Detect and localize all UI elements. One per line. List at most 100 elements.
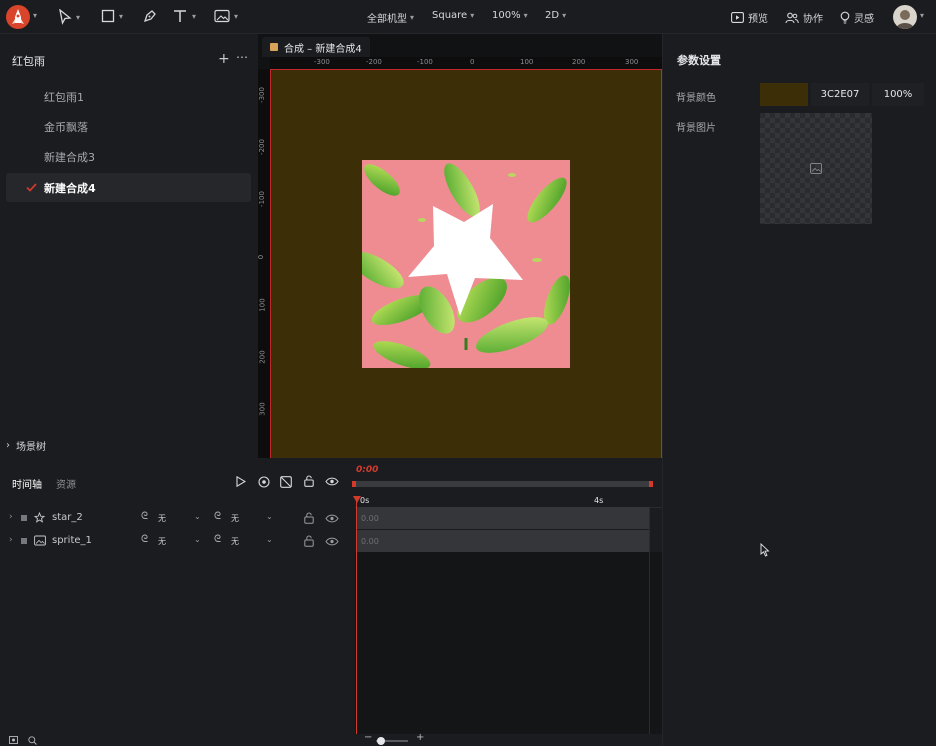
chevron-down-icon: ▾ (523, 11, 528, 20)
zoom-slider-handle[interactable] (377, 737, 385, 745)
app-logo[interactable] (6, 5, 30, 29)
mode-select[interactable]: 2D ▾ (545, 10, 566, 21)
inspiration-button[interactable]: 灵感 (840, 10, 874, 25)
composition-item[interactable]: 新建合成3 (6, 142, 251, 171)
select-tool-button[interactable]: ▾ (58, 9, 80, 25)
user-avatar[interactable] (893, 5, 917, 29)
mask-button[interactable] (280, 476, 292, 488)
chevron-down-icon[interactable]: ⌄ (194, 535, 201, 544)
chevron-down-icon[interactable]: ⌄ (266, 512, 273, 521)
time-tick-mid: 4s (594, 496, 604, 505)
composition-item[interactable]: 红包雨1 (6, 82, 251, 111)
mask-spiral-icon[interactable]: ᘓ (214, 511, 221, 522)
tab-assets[interactable]: 资源 (56, 476, 76, 491)
play-icon (236, 476, 246, 487)
composition-label: 新建合成4 (44, 181, 96, 195)
bg-color-hex-input[interactable]: 3C2E07 (811, 83, 869, 106)
text-t-icon (174, 10, 186, 22)
ruler-tick-label: -100 (257, 191, 266, 207)
zoom-out-icon[interactable]: − (364, 732, 372, 743)
chevron-right-icon[interactable]: › (9, 512, 13, 522)
inspiration-label: 灵感 (854, 14, 874, 25)
ruler-tick-label: 0 (470, 58, 475, 66)
composition-tab[interactable]: 合成 – 新建合成4 (262, 37, 370, 57)
layer-row[interactable]: › star_2 ᘓ 无 ⌄ ᘓ 无 ⌄ (0, 507, 356, 529)
preview-button[interactable]: 预览 (731, 10, 768, 25)
lock-icon[interactable] (304, 535, 314, 547)
bg-color-opacity-input[interactable]: 100% (872, 83, 924, 106)
shape-label: Square (432, 10, 468, 21)
ruler-tick-label: 100 (258, 298, 267, 312)
layer-name: star_2 (52, 512, 83, 523)
collaborate-label: 协作 (803, 14, 823, 25)
bg-color-swatch[interactable] (760, 83, 808, 106)
more-options-icon[interactable]: ⋯ (236, 50, 248, 64)
scene-tree-toggle[interactable]: › 场景树 (6, 438, 46, 453)
chevron-down-icon: ▾ (562, 11, 567, 20)
range-end-handle[interactable] (649, 481, 653, 487)
visibility-all-button[interactable] (325, 477, 339, 486)
scene-tree-label: 场景树 (16, 442, 46, 453)
play-button[interactable] (236, 476, 246, 487)
playhead-handle[interactable] (353, 496, 361, 503)
timeline-track-area[interactable] (355, 552, 662, 734)
composition-item-active[interactable]: 新建合成4 (6, 173, 251, 202)
layer-name: sprite_1 (52, 535, 92, 546)
chevron-down-icon: ▾ (234, 11, 239, 21)
vertical-ruler: -300 -200 -100 0 100 200 300 (257, 69, 270, 458)
bg-image-upload[interactable] (760, 113, 872, 224)
composition-item[interactable]: 金币飘落 (6, 112, 251, 141)
time-tick-start: 0s (360, 496, 370, 505)
playback-range-bar[interactable] (352, 481, 653, 487)
chevron-right-icon[interactable]: › (9, 535, 13, 545)
shape-select[interactable]: Square ▾ (432, 10, 474, 21)
mode-label: 2D (545, 10, 560, 21)
rocket-icon (12, 9, 24, 24)
record-icon (258, 476, 270, 488)
sprite-leaves-image[interactable] (362, 160, 570, 368)
mask-spiral-icon[interactable]: ᘓ (214, 534, 221, 545)
lock-all-button[interactable] (304, 475, 314, 487)
layer-option-value: 无 (231, 537, 239, 546)
layer-option-value: 无 (158, 514, 166, 523)
play-screen-icon (731, 12, 744, 23)
range-start-handle[interactable] (352, 481, 356, 487)
timeline-end-marker (649, 507, 650, 734)
collaborate-button[interactable]: 协作 (785, 10, 823, 25)
layer-row[interactable]: › sprite_1 ᘓ 无 ⌄ ᘓ 无 ⌄ (0, 530, 356, 552)
leaves-illustration (362, 160, 570, 368)
device-model-select[interactable]: 全部机型 ▾ (367, 10, 414, 25)
zoom-select[interactable]: 100% ▾ (492, 10, 528, 21)
logo-chevron-down-icon[interactable]: ▾ (33, 11, 37, 20)
ruler-tick-label: 200 (572, 58, 586, 66)
lightbulb-icon (840, 11, 850, 24)
chevron-down-icon[interactable]: ⌄ (194, 512, 201, 521)
eye-icon[interactable] (325, 537, 339, 546)
eye-icon[interactable] (325, 514, 339, 523)
bg-color-hex-value: 3C2E07 (820, 89, 860, 100)
layer-track[interactable]: 0.00 (357, 507, 649, 529)
lock-icon[interactable] (304, 512, 314, 524)
chevron-down-icon: ▾ (119, 11, 124, 21)
avatar-chevron-down-icon[interactable]: ▾ (920, 11, 924, 20)
search-icon[interactable] (28, 736, 37, 745)
tab-timeline[interactable]: 时间轴 (12, 476, 42, 491)
screenshot-icon[interactable] (9, 736, 18, 744)
blend-spiral-icon[interactable]: ᘓ (141, 511, 148, 522)
pen-tool-button[interactable] (143, 9, 157, 23)
image-icon (34, 535, 46, 546)
chevron-down-icon[interactable]: ⌄ (266, 535, 273, 544)
add-composition-icon[interactable]: + (218, 51, 230, 67)
playhead[interactable] (353, 496, 361, 734)
blend-spiral-icon[interactable]: ᘓ (141, 534, 148, 545)
image-tool-button[interactable]: ▾ (214, 9, 238, 23)
chevron-down-icon: ▾ (192, 11, 197, 21)
record-button[interactable] (258, 476, 270, 488)
text-tool-button[interactable]: ▾ (172, 8, 196, 24)
chevron-right-icon: › (6, 440, 10, 451)
rectangle-tool-button[interactable]: ▾ (101, 9, 123, 23)
layer-track[interactable]: 0.00 (357, 530, 649, 552)
lock-icon (304, 475, 314, 487)
users-icon (785, 12, 799, 23)
zoom-in-icon[interactable]: + (416, 732, 424, 743)
